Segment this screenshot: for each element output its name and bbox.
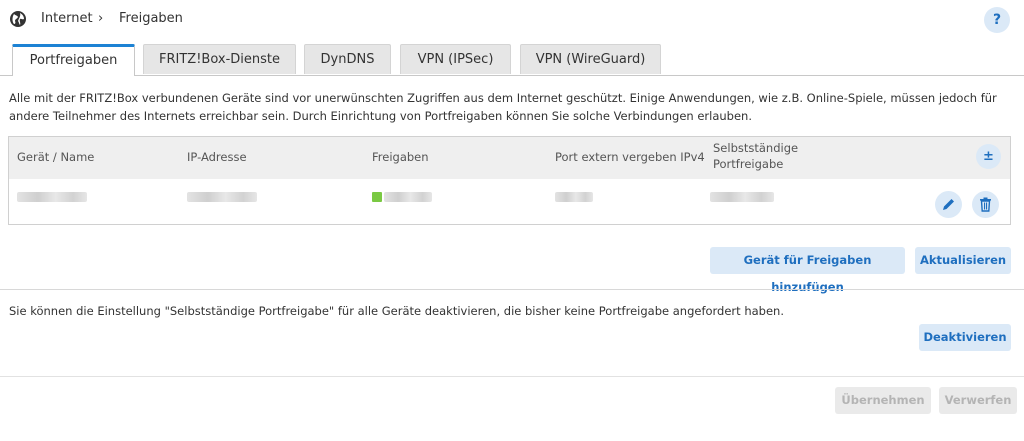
deactivate-hint: Sie können die Einstellung "Selbstständi… [9, 304, 784, 318]
breadcrumb-section[interactable]: Internet [41, 11, 93, 26]
help-button[interactable]: ? [984, 7, 1010, 33]
column-header-ip: IP-Adresse [187, 150, 247, 164]
discard-button[interactable]: Verwerfen [939, 387, 1017, 414]
tab-portfreigaben[interactable]: Portfreigaben [12, 44, 135, 76]
refresh-button[interactable]: Aktualisieren [915, 247, 1011, 274]
trash-icon [980, 197, 991, 212]
redacted-ip-address [187, 192, 257, 202]
add-device-button[interactable]: Gerät für Freigaben hinzufügen [710, 247, 905, 294]
section-divider [0, 289, 1024, 290]
status-indicator [372, 192, 382, 202]
redacted-port [555, 192, 593, 202]
column-header-port-extern: Port extern vergeben IPv4 [555, 150, 705, 164]
tab-vpn-wireguard[interactable]: VPN (WireGuard) [520, 44, 661, 74]
pencil-icon [943, 199, 954, 210]
deactivate-button[interactable]: Deaktivieren [919, 324, 1011, 351]
redacted-device-name [17, 192, 87, 202]
redacted-shares [384, 192, 432, 202]
breadcrumb-separator: › [98, 11, 104, 26]
globe-icon [10, 11, 26, 27]
tab-dyndns[interactable]: DynDNS [304, 44, 391, 74]
tab-fritzbox-dienste[interactable]: FRITZ!Box-Dienste [143, 44, 296, 74]
tab-vpn-ipsec[interactable]: VPN (IPSec) [400, 44, 511, 74]
column-header-self-share-line2: Portfreigabe [713, 157, 784, 171]
apply-button[interactable]: Übernehmen [835, 387, 931, 414]
page-title: Freigaben [119, 11, 183, 26]
delete-button[interactable] [972, 191, 999, 218]
column-header-shares: Freigaben [372, 150, 429, 164]
add-remove-columns-button[interactable]: ± [976, 144, 1001, 169]
column-header-device: Gerät / Name [17, 150, 95, 164]
table-header [9, 137, 1010, 179]
footer-divider [0, 376, 1024, 377]
edit-button[interactable] [935, 191, 962, 218]
redacted-self-share [710, 192, 774, 202]
intro-text: Alle mit der FRITZ!Box verbundenen Gerät… [9, 91, 997, 123]
tab-divider [0, 75, 1024, 76]
column-header-self-share-line1: Selbstständige [713, 141, 799, 155]
